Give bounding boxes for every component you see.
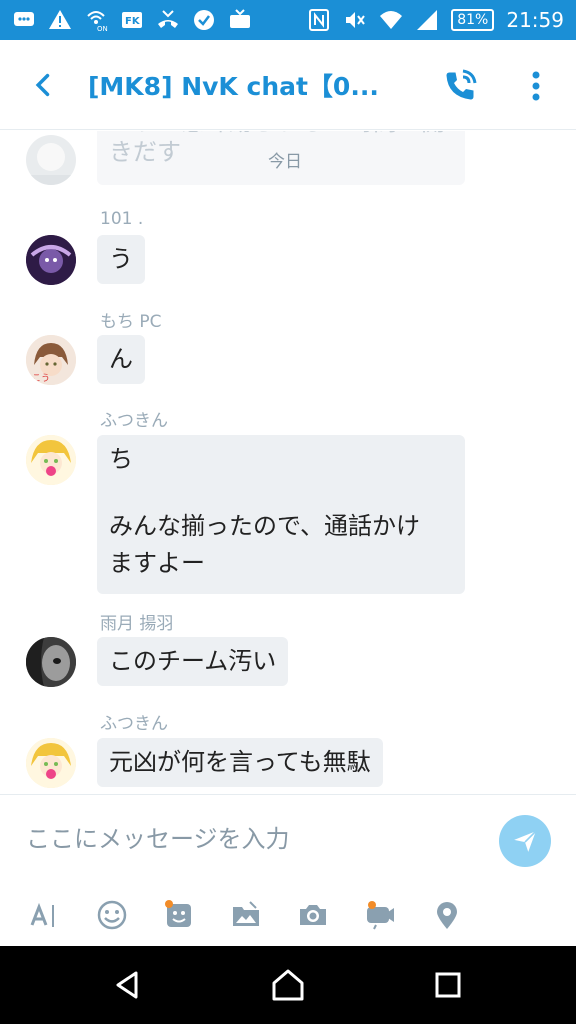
- sender-name: ふつきん: [100, 411, 168, 431]
- message-composer: [0, 794, 576, 946]
- message-bubble: 元凶が何を言っても無駄: [97, 738, 383, 787]
- chat-messages[interactable]: こうと意味紛らわしい時間に開きだす 今日 101 . う もち PC こう ん …: [0, 131, 576, 794]
- more-menu-button[interactable]: [516, 64, 556, 108]
- avatar[interactable]: [26, 235, 76, 285]
- svg-text:ON: ON: [97, 25, 108, 32]
- wifi-icon: [379, 8, 403, 32]
- message-line: みんな揃ったので、通話かけ: [109, 512, 421, 540]
- nav-recents-icon: [435, 972, 461, 998]
- location-icon: [437, 902, 457, 929]
- status-icons-left: ON FK: [12, 8, 252, 32]
- clock: 21:59: [506, 8, 564, 32]
- video-icon: [367, 901, 394, 930]
- nav-home-icon: [272, 969, 304, 1001]
- send-icon: [514, 830, 537, 852]
- nav-recents-button[interactable]: [426, 963, 470, 1007]
- sender-name: もち PC: [100, 312, 162, 332]
- wifi-call-icon: ON: [84, 8, 108, 32]
- message-bubble: う: [97, 235, 145, 284]
- camera-button[interactable]: [293, 895, 333, 935]
- sender-name: 101 .: [100, 209, 144, 229]
- chat-header: [MK8] NvK chat【0...: [0, 40, 576, 130]
- video-button[interactable]: [360, 895, 400, 935]
- back-arrow-icon: [35, 73, 50, 96]
- missed-call-icon: [156, 8, 180, 32]
- battery-indicator: 81%: [451, 9, 495, 31]
- phone-call-icon: [446, 69, 477, 100]
- mute-icon: [343, 8, 367, 32]
- message-input[interactable]: [26, 819, 466, 859]
- avatar[interactable]: [26, 435, 76, 485]
- check-icon: [192, 8, 216, 32]
- avatar[interactable]: [26, 738, 76, 788]
- nfc-icon: [307, 8, 331, 32]
- composer-toolbar: [0, 895, 576, 939]
- avatar[interactable]: [26, 135, 76, 185]
- sender-name: 雨月 揚羽: [100, 614, 174, 634]
- sender-name: ふつきん: [100, 714, 168, 734]
- avatar[interactable]: [26, 637, 76, 687]
- sticker-icon: [165, 900, 191, 927]
- page-title: [MK8] NvK chat【0...: [88, 71, 379, 101]
- message-bubble: ん: [97, 335, 145, 384]
- status-icons-right: 81% 21:59: [307, 8, 564, 32]
- more-vertical-icon: [532, 71, 540, 101]
- fk-icon: FK: [120, 8, 144, 32]
- call-button[interactable]: [438, 64, 482, 108]
- svg-text:こう: こう: [32, 373, 50, 384]
- text-format-button[interactable]: [24, 895, 64, 935]
- system-navigation-bar: [0, 946, 576, 1024]
- message-bubble: ち みんな揃ったので、通話かけ ますよー: [97, 435, 465, 594]
- gallery-button[interactable]: [226, 895, 266, 935]
- tv-icon: [228, 8, 252, 32]
- message-line: ますよー: [109, 549, 205, 577]
- camera-icon: [300, 905, 326, 925]
- status-bar: ON FK 81% 21:59: [0, 0, 576, 40]
- back-button[interactable]: [0, 40, 88, 130]
- nav-home-button[interactable]: [266, 963, 310, 1007]
- warning-icon: [48, 8, 72, 32]
- signal-icon: [415, 8, 439, 32]
- date-separator: 今日: [268, 152, 302, 172]
- text-format-icon: [30, 902, 54, 927]
- nav-back-button[interactable]: [106, 963, 150, 1007]
- sticker-button[interactable]: [159, 895, 199, 935]
- nav-back-icon: [116, 971, 138, 999]
- location-button[interactable]: [427, 895, 467, 935]
- send-button[interactable]: [499, 815, 551, 867]
- message-icon: [12, 8, 36, 32]
- emoji-icon: [97, 900, 127, 930]
- gallery-icon: [233, 901, 259, 926]
- message-line: ち: [109, 445, 133, 473]
- avatar[interactable]: こう: [26, 335, 76, 385]
- emoji-button[interactable]: [92, 895, 132, 935]
- message-bubble: このチーム汚い: [97, 637, 289, 686]
- svg-text:FK: FK: [125, 16, 141, 27]
